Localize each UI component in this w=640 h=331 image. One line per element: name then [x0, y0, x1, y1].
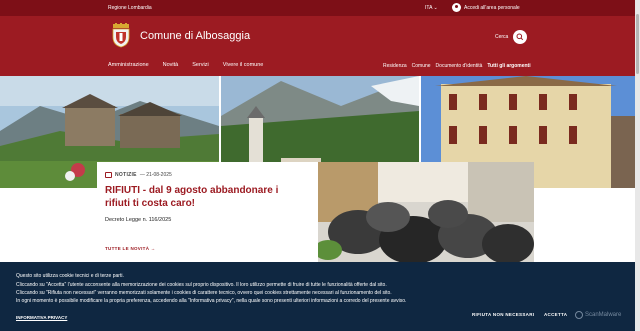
news-title[interactable]: RIFIUTI - dal 9 agosto abbandonare i rif… — [105, 184, 305, 210]
topic-documento-identita[interactable]: Documento d'identità — [436, 63, 483, 69]
nav-vivere-il-comune[interactable]: Vivere il comune — [223, 62, 264, 68]
login-label: Accedi all'area personale — [464, 4, 520, 11]
search-icon — [516, 33, 524, 41]
news-meta: NOTIZIE — 21-08-2025 — [105, 172, 172, 178]
topic-comune[interactable]: Comune — [412, 63, 431, 69]
scrollbar[interactable] — [635, 0, 640, 331]
topic-residenza[interactable]: Residenza — [383, 63, 407, 69]
search-button[interactable] — [513, 30, 527, 44]
site-name[interactable]: Comune di Albosaggia — [140, 30, 250, 42]
region-link[interactable]: Regione Lombardia — [108, 5, 152, 11]
topic-all[interactable]: Tutti gli argomenti — [487, 63, 530, 69]
deny-cookies-button[interactable]: RIFIUTA NON NECESSARI — [472, 312, 534, 317]
calendar-icon — [105, 172, 112, 178]
crest-logo[interactable] — [111, 23, 131, 48]
search-label[interactable]: Cerca — [495, 34, 508, 40]
nav-amministrazione[interactable]: Amministrazione — [108, 62, 149, 68]
header: Comune di Albosaggia Cerca Amministrazio… — [0, 16, 640, 76]
scrollbar-thumb[interactable] — [636, 14, 639, 74]
language-label: ITA — [425, 5, 433, 11]
cookie-text-1: Questo sito utilizza cookie tecnici e di… — [16, 273, 124, 279]
user-icon — [452, 3, 461, 12]
news-image-garbage — [318, 162, 534, 262]
privacy-policy-link[interactable]: INFORMATIVA PRIVACY — [16, 315, 67, 320]
scanmalware-label: ScanMalware — [585, 312, 622, 318]
chevron-down-icon: ⌄ — [433, 5, 438, 11]
accept-cookies-button[interactable]: ACCETTA — [544, 312, 567, 317]
scanmalware-icon — [575, 311, 583, 319]
topics-nav: Residenza Comune Documento d'identità Tu… — [383, 63, 536, 69]
news-card[interactable]: NOTIZIE — 21-08-2025 RIFIUTI - dal 9 ago… — [97, 162, 319, 262]
cookie-text-3: Cliccando su "Rifiuta non necessari" ver… — [16, 290, 392, 296]
language-selector[interactable]: ITA ⌄ — [425, 5, 438, 11]
cookie-banner: Questo sito utilizza cookie tecnici e di… — [0, 262, 640, 331]
page: Regione Lombardia ITA ⌄ Accedi all'area … — [0, 0, 640, 331]
scanmalware-badge[interactable]: ScanMalware — [575, 311, 621, 319]
cookie-text-4: In ogni momento è possibile modificare l… — [16, 298, 407, 304]
news-category[interactable]: NOTIZIE — [115, 172, 137, 178]
login-button[interactable]: Accedi all'area personale — [452, 3, 520, 12]
news-subtitle: Decreto Legge n. 116/2025 — [105, 217, 172, 223]
top-bar: Regione Lombardia ITA ⌄ Accedi all'area … — [0, 0, 640, 16]
cookie-text-2: Cliccando su "Accetta" l'utente acconsen… — [16, 282, 387, 288]
news-date: — 21-08-2025 — [139, 172, 172, 178]
all-news-link[interactable]: TUTTE LE NOVITÀ → — [105, 246, 156, 251]
nav-servizi[interactable]: Servizi — [192, 62, 209, 68]
main-nav: Amministrazione Novità Servizi Vivere il… — [108, 62, 277, 68]
nav-novita[interactable]: Novità — [163, 62, 179, 68]
